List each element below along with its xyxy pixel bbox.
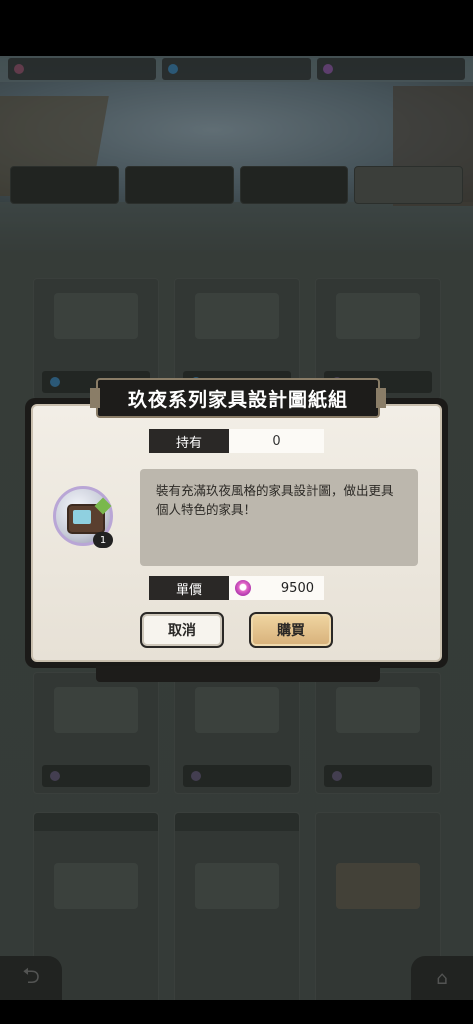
unit-price-value: 9500 xyxy=(280,580,314,596)
item-description: 裝有充滿玖夜風格的家具設計圖，做出更具個人特色的家具！ xyxy=(140,469,418,566)
cancel-button[interactable]: 取消 xyxy=(140,612,224,648)
case-graphic xyxy=(67,497,112,534)
item-count-badge: 1 xyxy=(93,532,113,548)
owned-value: 0 xyxy=(229,429,324,453)
blueprint-paper xyxy=(73,510,91,524)
owned-label: 持有 xyxy=(149,429,229,453)
unit-price-field: 9500 xyxy=(229,576,324,600)
unit-price-label: 單價 xyxy=(149,576,229,600)
buy-button[interactable]: 購買 xyxy=(249,612,333,648)
gem-currency-icon xyxy=(235,580,251,596)
dialog-title: 玖夜系列家具設計圖紙組 xyxy=(90,378,386,418)
dialog-bottom-plate xyxy=(96,666,380,682)
leaf-decoration xyxy=(94,497,112,515)
